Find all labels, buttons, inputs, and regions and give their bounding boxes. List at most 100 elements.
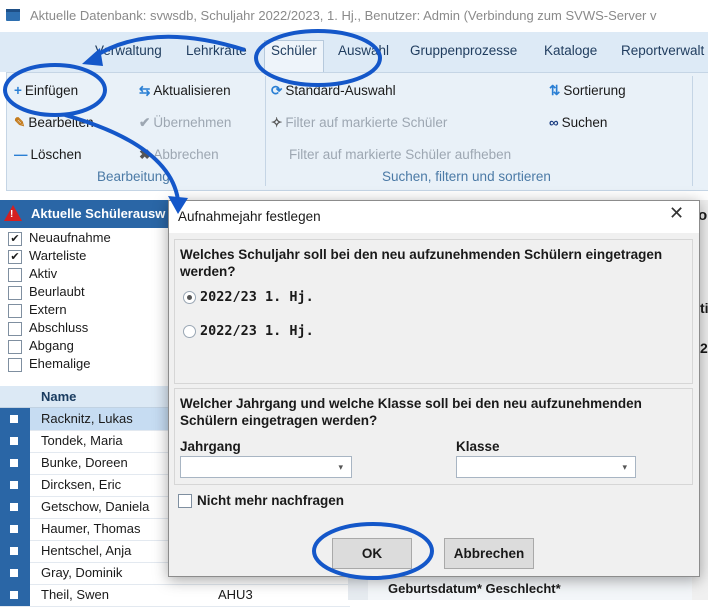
checkbox[interactable]: ✔ [8, 232, 22, 246]
bearbeiten-button[interactable]: ✎ Bearbeiten [14, 115, 94, 131]
row-marker-icon [10, 459, 18, 467]
standard-auswahl-label: Standard-Auswahl [285, 83, 396, 98]
bearbeiten-label: Bearbeiten [28, 115, 94, 130]
checkbox[interactable] [8, 286, 22, 300]
jahrgang-question: Welcher Jahrgang und welche Klasse soll … [180, 396, 642, 428]
column-header-name[interactable]: Name [41, 389, 76, 404]
row-selector[interactable] [0, 452, 30, 474]
status-filter-list: ✔ Neuaufnahme ✔ Warteliste Aktiv Beurlaubt… [0, 228, 168, 376]
tab-kataloge[interactable]: Kataloge [544, 43, 597, 58]
student-name: Tondek, Maria [41, 433, 123, 448]
aktualisieren-button[interactable]: ⇆ Aktualisieren [139, 83, 231, 99]
tab-lehrkraefte[interactable]: Lehrkräfte [186, 43, 247, 58]
row-marker-icon [10, 569, 18, 577]
table-header [0, 386, 168, 408]
background-text-fragment: 2 [700, 340, 708, 356]
sortierung-button[interactable]: ⇅ Sortierung [549, 83, 626, 99]
student-name: Dircksen, Eric [41, 477, 122, 492]
checkbox[interactable] [8, 358, 22, 372]
background-text-fragment: ti [700, 300, 708, 316]
tab-reportverwaltung[interactable]: Reportverwalt [621, 43, 704, 58]
check-icon: ✔ [139, 115, 151, 130]
row-selector[interactable] [0, 540, 30, 562]
group-label-suchen: Suchen, filtern und sortieren [382, 169, 551, 184]
filter-markiert-button[interactable]: ✧ Filter auf markierte Schüler [271, 115, 447, 131]
cancel-button[interactable]: Abbrechen [444, 538, 534, 569]
ok-button[interactable]: OK [332, 538, 412, 569]
row-selector[interactable] [0, 474, 30, 496]
einfuegen-label: Einfügen [24, 83, 79, 98]
abbrechen-ribbon-button[interactable]: ✖ Abbrechen [139, 147, 219, 163]
dialog-title: Aufnahmejahr festlegen [178, 209, 321, 224]
checkbox[interactable] [8, 268, 22, 282]
ribbon-group-separator [692, 76, 693, 186]
tab-schueler[interactable]: Schüler [271, 43, 317, 58]
filter-aufheben-button[interactable]: Filter auf markierte Schüler aufheben [289, 147, 511, 162]
edit-icon: ✎ [14, 115, 26, 130]
row-marker-icon [10, 481, 18, 489]
row-selector[interactable] [0, 408, 30, 430]
row-marker-icon [10, 503, 18, 511]
checkbox[interactable] [8, 322, 22, 336]
checkbox[interactable] [8, 304, 22, 318]
einfuegen-button[interactable]: + Einfügen [14, 83, 78, 98]
warning-icon-mark: ! [10, 209, 14, 220]
cross-icon: ✖ [139, 147, 151, 162]
radio-button[interactable] [183, 291, 196, 304]
tab-gruppenprozesse[interactable]: Gruppenprozesse [410, 43, 517, 58]
pin-icon: ✧ [271, 115, 283, 130]
sort-icon: ⇅ [549, 83, 561, 98]
radio-button[interactable] [183, 325, 196, 338]
row-selector[interactable] [0, 430, 30, 452]
chevron-down-icon: ▾ [338, 462, 343, 472]
app-icon [6, 9, 20, 21]
standard-auswahl-button[interactable]: ⟳ Standard-Auswahl [271, 83, 396, 99]
loeschen-button[interactable]: — Löschen [14, 147, 82, 162]
row-marker-icon [10, 591, 18, 599]
filter-markiert-label: Filter auf markierte Schüler [285, 115, 448, 130]
nicht-mehr-nachfragen-checkbox[interactable] [178, 494, 192, 508]
plus-icon: + [14, 83, 22, 98]
checkbox[interactable]: ✔ [8, 250, 22, 264]
aktualisieren-label: Aktualisieren [153, 83, 231, 98]
student-name: Haumer, Thomas [41, 521, 141, 536]
checkbox[interactable] [8, 340, 22, 354]
student-name: Getschow, Daniela [41, 499, 150, 514]
row-marker-icon [10, 525, 18, 533]
minus-icon: — [14, 147, 28, 162]
jahrgang-select[interactable]: ▾ [180, 456, 352, 478]
abbrechen-ribbon-label: Abbrechen [153, 147, 219, 162]
ribbon-group-separator [265, 76, 266, 186]
close-icon[interactable]: ✕ [669, 203, 684, 224]
tab-verwaltung[interactable]: Verwaltung [95, 43, 162, 58]
table-row[interactable]: Theil, Swen AHU3 [0, 584, 350, 607]
group-label-bearbeitung: Bearbeitung [97, 169, 170, 184]
suchen-button[interactable]: ∞ Suchen [549, 115, 607, 130]
jahrgang-label: Jahrgang [180, 439, 241, 454]
binoculars-icon: ∞ [549, 115, 559, 130]
tab-auswahl[interactable]: Auswahl [338, 43, 389, 58]
klasse-select[interactable]: ▾ [456, 456, 636, 478]
row-selector[interactable] [0, 562, 30, 584]
filter-panel-title: Aktuelle Schülerausw [31, 206, 166, 221]
refresh-icon: ⟳ [271, 83, 283, 98]
background-field-labels: Geburtsdatum* Geschlecht* [388, 581, 561, 596]
suchen-label: Suchen [561, 115, 608, 130]
uebernehmen-button[interactable]: ✔ Übernehmen [139, 115, 231, 131]
row-selector[interactable] [0, 496, 30, 518]
student-name: Bunke, Doreen [41, 455, 128, 470]
loeschen-label: Löschen [30, 147, 82, 162]
ribbon-tab-bar: Verwaltung Lehrkräfte Schüler Auswahl Gr… [0, 32, 708, 74]
refresh-icon: ⇆ [139, 83, 151, 98]
row-selector[interactable] [0, 518, 30, 540]
sortierung-label: Sortierung [563, 83, 626, 98]
schuljahr-question: Welches Schuljahr soll bei den neu aufzu… [180, 247, 663, 279]
chevron-down-icon: ▾ [622, 462, 627, 472]
klasse-label: Klasse [456, 439, 500, 454]
uebernehmen-label: Übernehmen [153, 115, 232, 130]
window-title: Aktuelle Datenbank: svwsdb, Schuljahr 20… [30, 8, 657, 23]
student-name: Hentschel, Anja [41, 543, 132, 558]
row-selector[interactable] [0, 584, 30, 606]
row-marker-icon [10, 547, 18, 555]
student-name: Gray, Dominik [41, 565, 123, 580]
